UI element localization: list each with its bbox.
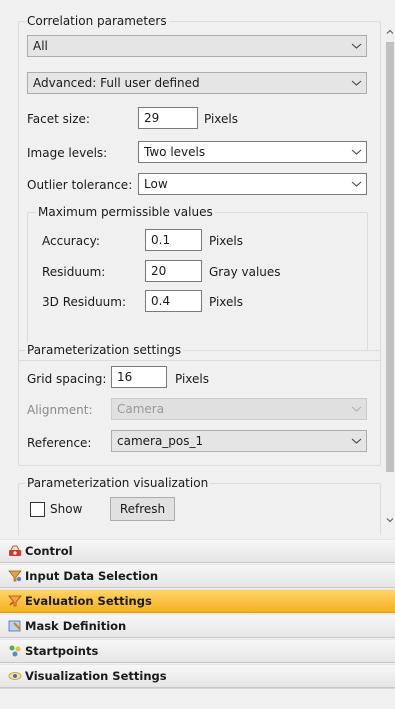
correlation-parameters-title: Correlation parameters (25, 14, 169, 28)
accuracy-input[interactable]: 0.1 (145, 229, 202, 251)
alignment-select: Camera (111, 398, 367, 420)
grid-spacing-unit: Pixels (175, 372, 210, 386)
maximum-permissible-title: Maximum permissible values (36, 205, 215, 219)
nav-label: Input Data Selection (25, 569, 159, 583)
residuum-3d-unit: Pixels (209, 295, 244, 309)
reference-select[interactable]: camera_pos_1 (111, 430, 367, 452)
image-levels-value: Two levels (144, 145, 206, 159)
control-icon (9, 545, 21, 556)
accuracy-unit: Pixels (209, 234, 244, 248)
mask-icon (8, 620, 21, 632)
show-label[interactable]: Show (50, 501, 82, 517)
facet-size-input[interactable]: 29 (138, 107, 198, 129)
residuum-3d-input[interactable]: 0.4 (145, 290, 202, 312)
nav-label: Evaluation Settings (25, 594, 152, 608)
evaluation-icon (8, 595, 22, 607)
nav-label: Visualization Settings (25, 669, 167, 683)
residuum-input[interactable]: 20 (145, 260, 202, 282)
outlier-tolerance-select[interactable]: Low (138, 173, 367, 195)
startpoints-icon (9, 645, 21, 657)
residuum-label: Residuum: (42, 265, 106, 279)
chevron-down-icon (351, 438, 362, 444)
mode-select-value: Advanced: Full user defined (33, 76, 200, 90)
scrollbar-thumb[interactable] (386, 42, 394, 472)
grid-spacing-input[interactable]: 16 (111, 366, 167, 388)
show-checkbox[interactable] (30, 502, 45, 517)
nav-item-startpoints[interactable]: Startpoints (0, 639, 395, 663)
outlier-tolerance-value: Low (144, 177, 168, 191)
nav-item-input-data-selection[interactable]: Input Data Selection (0, 564, 395, 588)
chevron-down-icon (351, 43, 362, 49)
reference-value: camera_pos_1 (117, 434, 204, 448)
residuum-3d-label: 3D Residuum: (42, 295, 127, 309)
nav-item-mask-definition[interactable]: Mask Definition (0, 614, 395, 638)
input-data-icon (8, 570, 22, 582)
subset-select[interactable]: All (27, 35, 367, 57)
parameterization-settings-title: Parameterization settings (25, 343, 184, 357)
chevron-down-icon (351, 149, 362, 155)
residuum-unit: Gray values (209, 265, 281, 279)
alignment-label: Alignment: (27, 403, 93, 417)
outlier-tolerance-label: Outlier tolerance: (27, 178, 133, 192)
chevron-down-icon (351, 80, 362, 86)
subset-select-value: All (33, 39, 48, 53)
chevron-down-icon (351, 406, 362, 412)
grid-spacing-label: Grid spacing: (27, 372, 107, 386)
vertical-scrollbar[interactable] (385, 0, 395, 535)
nav-item-control[interactable]: Control (0, 539, 395, 563)
nav-label: Mask Definition (25, 619, 127, 633)
image-levels-select[interactable]: Two levels (138, 141, 367, 163)
alignment-value: Camera (117, 402, 165, 416)
accuracy-label: Accuracy: (42, 234, 100, 248)
visualization-icon (8, 672, 22, 680)
parameterization-visualization-title: Parameterization visualization (25, 476, 211, 490)
scroll-up-icon[interactable] (386, 28, 394, 36)
evaluation-settings-panel: Correlation parameters All Advanced: Ful… (0, 0, 385, 535)
mode-select[interactable]: Advanced: Full user defined (27, 72, 367, 94)
facet-size-label: Facet size: (27, 112, 90, 126)
nav-label: Startpoints (25, 644, 99, 658)
nav-label: Control (25, 544, 73, 558)
bottom-bar (0, 688, 395, 709)
refresh-button[interactable]: Refresh (110, 497, 175, 521)
scroll-down-icon[interactable] (386, 516, 394, 524)
nav-item-evaluation-settings[interactable]: Evaluation Settings (0, 589, 395, 613)
image-levels-label: Image levels: (27, 146, 108, 160)
reference-label: Reference: (27, 436, 92, 450)
chevron-down-icon (351, 181, 362, 187)
nav-item-visualization-settings[interactable]: Visualization Settings (0, 664, 395, 688)
facet-size-unit: Pixels (204, 112, 239, 126)
